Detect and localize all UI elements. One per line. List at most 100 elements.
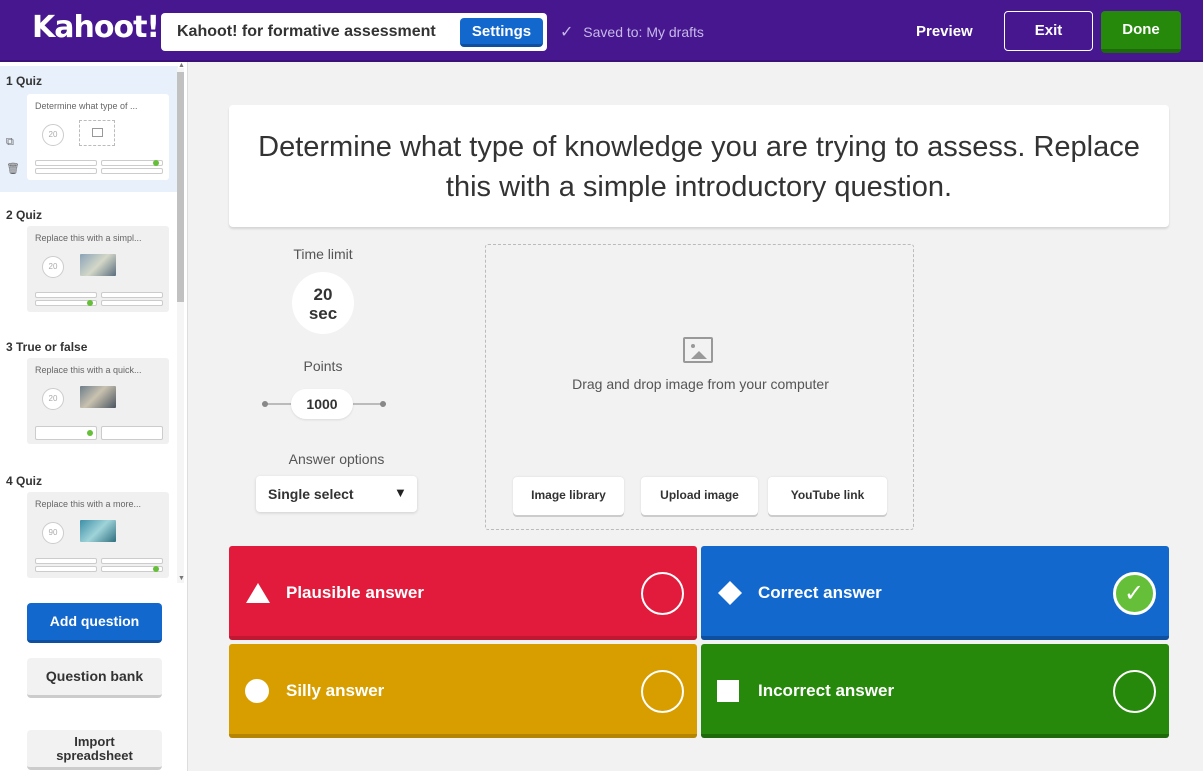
question-bank-button[interactable]: Question bank — [27, 658, 162, 698]
correct-dot — [153, 566, 159, 572]
answer-preview — [101, 300, 163, 306]
image-placeholder — [79, 120, 115, 146]
add-question-button[interactable]: Add question — [27, 603, 162, 643]
correct-toggle[interactable]: ✓ — [1113, 572, 1156, 615]
quiz-title-field[interactable]: Kahoot! for formative assessment Setting… — [161, 13, 547, 51]
circle-icon — [245, 679, 269, 703]
sidebar-scrollbar[interactable] — [177, 68, 184, 583]
correct-dot — [153, 160, 159, 166]
answer-preview — [35, 566, 97, 572]
exit-button[interactable]: Exit — [1004, 11, 1093, 51]
question-sidebar: 1 Quiz ⧉ 🗑 Determine what type of ... 20 — [0, 62, 188, 771]
question-snippet: Replace this with a more... — [35, 499, 142, 509]
question-label: 3 True or false — [6, 340, 88, 354]
question-thumbnail — [80, 254, 116, 276]
time-limit-unit: sec — [308, 304, 338, 323]
image-icon-sun — [691, 344, 695, 348]
caret-down-icon: ▼ — [394, 485, 407, 500]
answer-preview-row — [35, 292, 163, 298]
time-limit-selector[interactable]: 20 sec — [292, 272, 354, 334]
timer-badge: 20 — [42, 388, 64, 410]
question-card[interactable]: Replace this with a quick... 20 — [27, 358, 169, 444]
question-card[interactable]: Determine what type of ... 20 — [27, 94, 169, 180]
slider-stop[interactable] — [262, 401, 268, 407]
correct-toggle[interactable] — [1113, 670, 1156, 713]
answer-preview-row — [35, 168, 163, 174]
timer-badge: 90 — [42, 522, 64, 544]
scroll-down-icon[interactable]: ▼ — [178, 575, 185, 582]
image-icon — [683, 337, 713, 363]
correct-toggle[interactable] — [641, 670, 684, 713]
correct-toggle[interactable] — [641, 572, 684, 615]
points-value[interactable]: 1000 — [291, 389, 353, 419]
top-bar: Kahoot! Kahoot! for formative assessment… — [0, 0, 1203, 62]
answer-preview — [35, 292, 97, 298]
question-snippet: Determine what type of ... — [35, 101, 138, 111]
time-limit-label: Time limit — [293, 246, 353, 262]
answer-tile[interactable]: Plausible answer — [229, 546, 697, 640]
kahoot-logo[interactable]: Kahoot! — [32, 10, 160, 45]
saved-status: ✓ Saved to: My drafts — [560, 22, 704, 42]
question-item[interactable]: 1 Quiz ⧉ 🗑 Determine what type of ... 20 — [0, 66, 178, 192]
answer-tile[interactable]: Correct answer ✓ — [701, 546, 1169, 640]
done-button[interactable]: Done — [1101, 11, 1181, 53]
question-item[interactable]: 4 Quiz Replace this with a more... 90 — [0, 470, 178, 580]
answer-preview-row — [35, 300, 163, 306]
media-drop-zone[interactable]: Drag and drop image from your computer I… — [485, 244, 914, 530]
triangle-icon — [246, 583, 270, 603]
import-label-line1: Import — [74, 734, 115, 749]
upload-image-button[interactable]: Upload image — [641, 477, 758, 515]
image-icon-mountain — [691, 351, 707, 359]
media-drop-prompt: Drag and drop image from your computer — [572, 376, 829, 392]
diamond-icon — [718, 581, 742, 605]
question-list: 1 Quiz ⧉ 🗑 Determine what type of ... 20 — [0, 62, 188, 590]
answer-preview-row — [35, 558, 163, 564]
answer-options-dropdown[interactable]: Single select ▼ — [256, 476, 417, 512]
saved-status-text: Saved to: My drafts — [583, 24, 704, 40]
check-icon: ✓ — [560, 24, 574, 41]
question-snippet: Replace this with a simpl... — [35, 233, 142, 243]
preview-button[interactable]: Preview — [916, 23, 973, 40]
answer-options-label: Answer options — [288, 451, 385, 467]
question-thumbnail — [80, 386, 116, 408]
question-item[interactable]: 2 Quiz Replace this with a simpl... 20 — [0, 204, 178, 314]
quiz-title: Kahoot! for formative assessment — [177, 23, 436, 40]
question-card[interactable]: Replace this with a simpl... 20 — [27, 226, 169, 312]
answer-text: Correct answer — [758, 583, 882, 602]
answer-tile[interactable]: Silly answer — [229, 644, 697, 738]
settings-button[interactable]: Settings — [460, 18, 543, 47]
answer-preview — [101, 168, 163, 174]
answer-preview — [101, 558, 163, 564]
import-label-line2: spreadsheet — [56, 748, 133, 763]
time-limit-value: 20 — [313, 285, 333, 304]
slider-stop[interactable] — [380, 401, 386, 407]
trash-icon[interactable]: 🗑 — [6, 162, 20, 175]
timer-badge: 20 — [42, 256, 64, 278]
question-card[interactable]: Replace this with a more... 90 — [27, 492, 169, 578]
image-library-button[interactable]: Image library — [513, 477, 624, 515]
answer-preview-row — [35, 426, 163, 440]
answer-tile[interactable]: Incorrect answer — [701, 644, 1169, 738]
correct-dot — [87, 300, 93, 306]
question-snippet: Replace this with a quick... — [35, 365, 142, 375]
question-item[interactable]: 3 True or false Replace this with a quic… — [0, 336, 178, 446]
question-thumbnail — [80, 520, 116, 542]
answer-preview-row — [35, 566, 163, 572]
import-spreadsheet-button[interactable]: Import spreadsheet — [27, 730, 162, 770]
answer-preview — [101, 292, 163, 298]
question-label: 1 Quiz — [6, 74, 43, 88]
scrollbar-thumb[interactable] — [177, 72, 184, 302]
question-title-field[interactable]: Determine what type of knowledge you are… — [229, 105, 1169, 227]
answer-preview — [35, 160, 97, 166]
image-icon — [92, 128, 103, 137]
timer-badge: 20 — [42, 124, 64, 146]
answer-text: Silly answer — [286, 681, 385, 700]
answer-options-value: Single select — [268, 486, 354, 502]
square-icon — [717, 680, 739, 702]
answer-text: Incorrect answer — [758, 681, 895, 700]
correct-dot — [87, 430, 93, 436]
duplicate-icon[interactable]: ⧉ — [6, 136, 14, 149]
youtube-link-button[interactable]: YouTube link — [768, 477, 887, 515]
answer-text: Plausible answer — [286, 583, 424, 602]
answer-preview — [35, 558, 97, 564]
